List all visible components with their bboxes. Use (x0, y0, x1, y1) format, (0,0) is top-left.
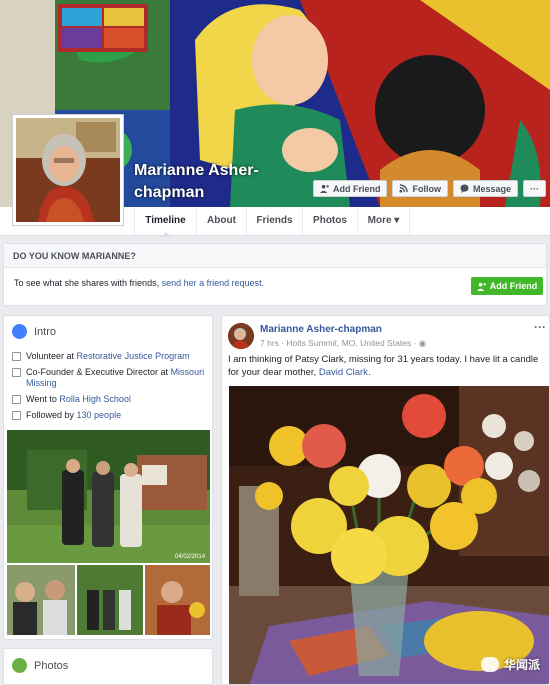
intro-item-volunteer: Volunteer at Restorative Justice Program (12, 351, 208, 362)
send-friend-request-link[interactable]: send her a friend request. (162, 278, 265, 288)
add-friend-icon (319, 184, 329, 193)
globe-icon: ◉ (418, 338, 427, 348)
tab-photos[interactable]: Photos (302, 207, 357, 236)
intro-title-label: Intro (34, 325, 57, 338)
add-friend-label: Add Friend (332, 183, 381, 194)
add-friend-green-button[interactable]: Add Friend (471, 277, 543, 295)
briefcase-icon (12, 352, 21, 361)
david-clark-link[interactable]: David Clark (319, 367, 368, 378)
watermark: 华闻派 (480, 656, 540, 673)
do-you-know-prefix: To see what she shares with friends, (14, 278, 162, 288)
follow-button[interactable]: Follow (392, 180, 448, 197)
rss-icon (12, 411, 21, 420)
message-button[interactable]: Message (452, 180, 518, 197)
globe-icon (12, 324, 27, 339)
wechat-icon (480, 657, 499, 672)
messenger-icon (460, 184, 469, 193)
post-text-end: . (367, 367, 371, 378)
graduation-cap-icon (12, 395, 21, 404)
post-author-name[interactable]: Marianne Asher-chapman (260, 324, 382, 335)
intro-item-cofounder: Co-Founder & Executive Director at Misso… (12, 367, 208, 389)
watermark-text: 华闻派 (503, 658, 540, 672)
do-you-know-heading: DO YOU KNOW MARIANNE? (4, 244, 546, 268)
timeline-post: Marianne Asher-chapman 7 hrs · Holts Sum… (221, 315, 550, 685)
intro-title: Intro (12, 324, 56, 339)
post-text-body: I am thinking of Patsy Clark, missing fo… (228, 354, 539, 378)
post-author-avatar[interactable] (228, 323, 254, 349)
intro-item-school: Went to Rolla High School (12, 394, 208, 405)
intro-item-prefix: Co-Founder & Executive Director at (26, 367, 171, 377)
tab-more[interactable]: More ▾ (357, 207, 410, 236)
message-label: Message (472, 183, 511, 194)
more-options-label: ··· (530, 183, 539, 194)
post-text: I am thinking of Patsy Clark, missing fo… (228, 353, 549, 379)
intro-item-followers: Followed by 130 people (12, 410, 208, 421)
rolla-high-school-link[interactable]: Rolla High School (59, 394, 131, 404)
photo-icon (12, 658, 27, 673)
more-options-button[interactable]: ··· (523, 180, 546, 197)
restorative-justice-link[interactable]: Restorative Justice Program (77, 351, 190, 361)
intro-list: Volunteer at Restorative Justice Program… (12, 351, 208, 426)
post-meta: 7 hrs · Holts Summit, MO, United States … (260, 338, 426, 349)
intro-photos: 04/02/2014 (7, 430, 210, 638)
intro-item-prefix: Volunteer at (26, 351, 77, 361)
profile-picture[interactable] (12, 114, 124, 226)
post-meta-text: 7 hrs · Holts Summit, MO, United States … (260, 338, 419, 348)
intro-item-prefix: Followed by (26, 410, 77, 420)
tab-about[interactable]: About (196, 207, 246, 236)
post-options-button[interactable]: ··· (534, 320, 546, 334)
post-photo[interactable] (229, 386, 549, 684)
do-you-know-box: DO YOU KNOW MARIANNE? To see what she sh… (3, 243, 547, 306)
photos-title: Photos (12, 658, 68, 673)
rss-icon (399, 184, 409, 193)
intro-photo-date: 04/02/2014 (175, 554, 206, 560)
add-friend-icon (476, 282, 486, 291)
cover-action-buttons: Add Friend Follow Message ··· (312, 180, 546, 197)
do-you-know-text: To see what she shares with friends, sen… (14, 278, 264, 288)
follow-label: Follow (412, 183, 441, 194)
tab-timeline[interactable]: Timeline (134, 207, 196, 237)
photos-title-label: Photos (34, 659, 69, 672)
profile-name: Marianne Asher-chapman (134, 162, 259, 201)
intro-photo-collage[interactable]: 04/02/2014 (7, 430, 210, 635)
intro-card: Intro Volunteer at Restorative Justice P… (3, 315, 213, 640)
intro-item-prefix: Went to (26, 394, 60, 404)
tab-friends[interactable]: Friends (246, 207, 302, 236)
followers-link[interactable]: 130 people (77, 410, 122, 420)
add-friend-button[interactable]: Add Friend (312, 180, 388, 197)
photos-card[interactable]: Photos (3, 648, 213, 685)
briefcase-icon (12, 368, 21, 377)
add-friend-green-label: Add Friend (489, 281, 538, 291)
